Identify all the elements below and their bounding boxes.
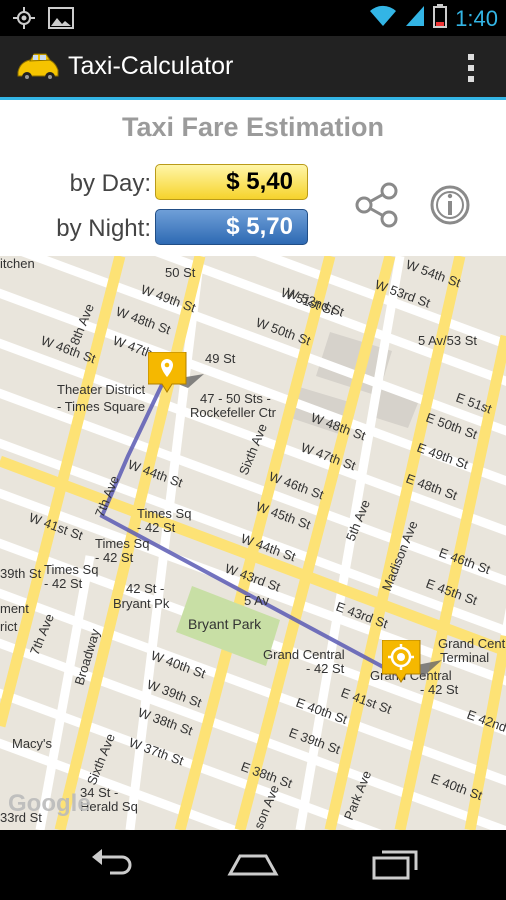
home-button-icon[interactable] <box>226 844 280 889</box>
map-label-gc1: Grand Central <box>263 647 345 662</box>
taxi-logo-icon[interactable] <box>14 50 62 89</box>
map-label-rock2: Rockefeller Ctr <box>190 405 277 420</box>
navigation-bar <box>0 830 506 900</box>
status-clock: 1:40 <box>455 5 498 31</box>
map-label-theater1: Theater District <box>57 382 146 397</box>
battery-icon <box>433 4 448 33</box>
action-bar: Taxi-Calculator <box>0 36 506 100</box>
map-label-ts3: Times Sq <box>95 536 149 551</box>
share-icon[interactable] <box>354 182 400 233</box>
map-label-ts2: - 42 St <box>137 520 176 535</box>
map-label-ts4: - 42 St <box>95 550 134 565</box>
map-label-bryant: Bryant Park <box>188 616 262 632</box>
map-label-ts5: Times Sq <box>44 562 98 577</box>
day-fare-value: $ 5,40 <box>155 164 308 200</box>
image-icon <box>48 7 74 34</box>
map-label-theater2: - Times Square <box>57 399 145 414</box>
destination-marker-icon[interactable] <box>381 639 442 693</box>
map-label-google: Google <box>8 790 91 817</box>
map-label-gc2: - 42 St <box>306 661 345 676</box>
map-label-rock1: 47 - 50 Sts - <box>200 391 271 406</box>
recent-apps-button-icon[interactable] <box>370 844 420 889</box>
map-label-macys: Macy's <box>12 736 53 751</box>
map-label-ment: ment <box>0 601 29 616</box>
map-label-ts6: - 42 St <box>44 576 83 591</box>
fare-heading: Taxi Fare Estimation <box>121 112 385 142</box>
map-label-gct1: Grand Centr <box>438 636 506 651</box>
app-title: Taxi-Calculator <box>68 52 234 80</box>
map-label-st50: 50 St <box>165 265 196 280</box>
map-label-kitchen: itchen <box>0 256 35 271</box>
route-map[interactable]: itchen W 52nd St W 54th St 50 St W 49th … <box>0 256 506 830</box>
fare-panel: Taxi Fare Estimation by Day: $ 5,40 by N… <box>0 100 506 256</box>
back-button-icon[interactable] <box>88 844 136 889</box>
day-fare-label: by Day: <box>69 170 151 197</box>
wifi-icon <box>369 5 397 32</box>
map-label-bp2: Bryant Pk <box>113 596 170 611</box>
info-icon[interactable] <box>429 184 471 231</box>
map-label-av5-53: 5 Av/53 St <box>418 333 477 348</box>
map-label-rict: rict <box>0 619 18 634</box>
start-marker-icon[interactable] <box>147 351 204 405</box>
signal-icon <box>405 5 425 32</box>
map-label-av5: 5 Av <box>244 593 270 608</box>
map-label-st49: 49 St <box>205 351 236 366</box>
gps-icon <box>12 6 36 35</box>
map-label-w39: 39th St <box>0 566 42 581</box>
night-fare-label: by Night: <box>56 215 151 242</box>
night-fare-value: $ 5,70 <box>155 209 308 245</box>
map-label-ts1: Times Sq <box>137 506 191 521</box>
map-label-bp1: 42 St - <box>126 581 164 596</box>
overflow-menu-icon[interactable] <box>468 54 476 87</box>
status-bar: 1:40 <box>0 0 506 36</box>
map-label-gct2: Terminal <box>440 650 489 665</box>
